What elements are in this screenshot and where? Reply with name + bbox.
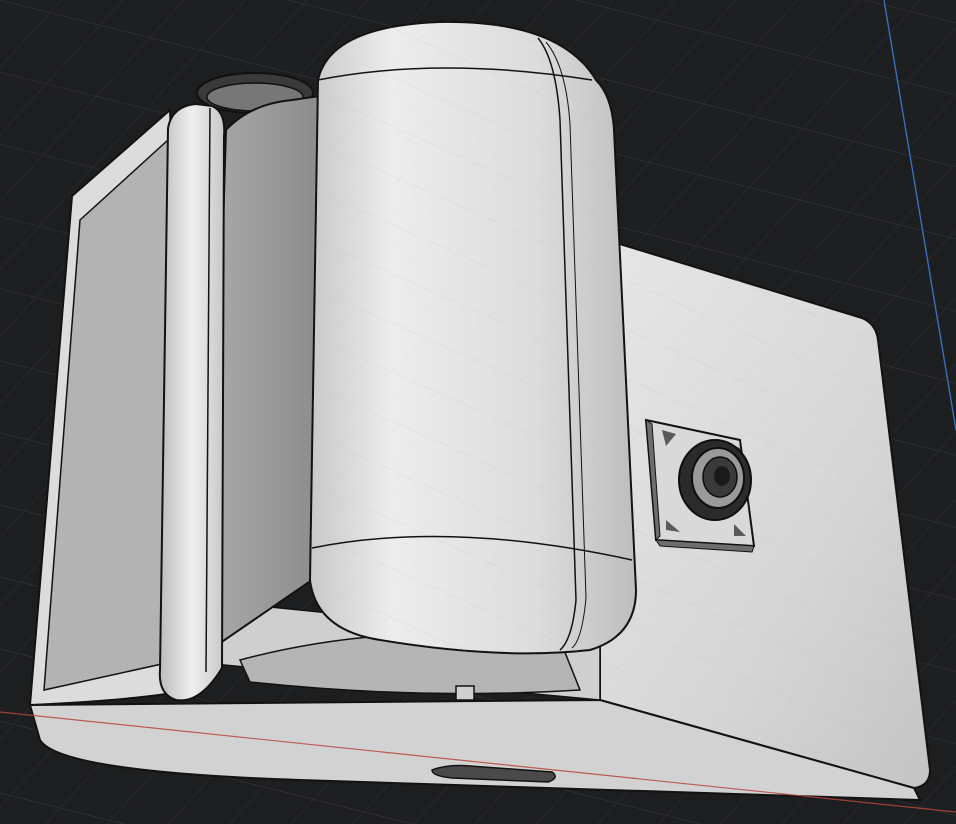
camera-module[interactable] — [644, 418, 756, 553]
cad-viewport[interactable] — [0, 0, 956, 824]
side-rail[interactable] — [158, 102, 226, 702]
small-pin — [455, 685, 475, 701]
lens[interactable] — [678, 439, 752, 521]
cylinder-top[interactable] — [308, 20, 638, 655]
side-panel — [208, 94, 322, 652]
scene-svg[interactable] — [0, 0, 956, 824]
